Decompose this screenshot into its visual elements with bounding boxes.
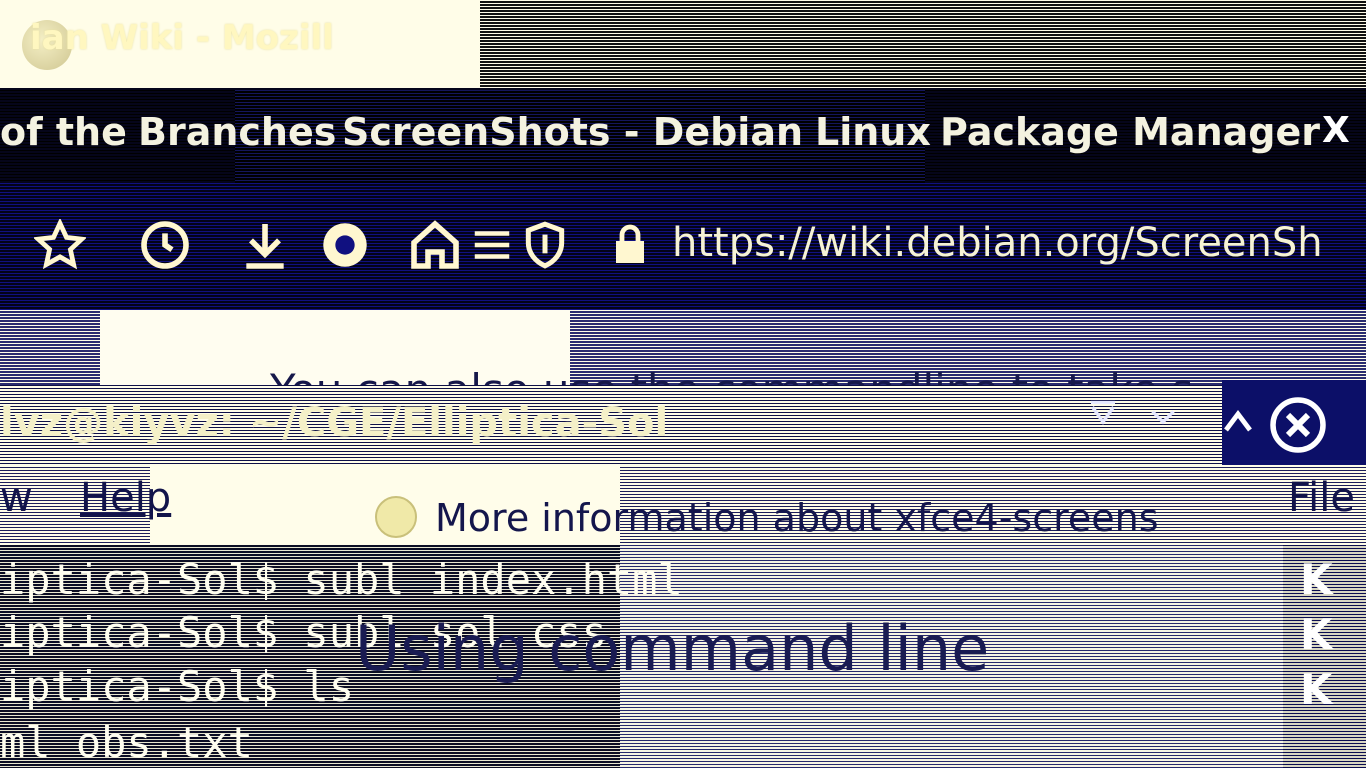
tab-close-button[interactable]: X bbox=[1322, 110, 1350, 151]
tab-label-left[interactable]: of the bbox=[0, 110, 127, 154]
tab-label-branches[interactable]: Branches bbox=[138, 110, 336, 154]
menu-view[interactable]: w bbox=[0, 475, 33, 521]
close-icon[interactable] bbox=[1268, 395, 1328, 459]
download-icon[interactable] bbox=[235, 215, 295, 275]
url-bar-text[interactable]: https://wiki.debian.org/ScreenSh bbox=[672, 220, 1323, 266]
maximize-icon[interactable] bbox=[1222, 398, 1270, 442]
minimize-icon[interactable] bbox=[1085, 398, 1121, 444]
tab-label-screenshots[interactable]: ScreenShots - Debian bbox=[342, 110, 803, 154]
terminal-line: iptica-Sol$ ls bbox=[0, 662, 355, 711]
side-letter: K bbox=[1300, 665, 1333, 714]
tab-label-package-manager[interactable]: Package Manager bbox=[940, 110, 1320, 154]
menu-file[interactable]: File bbox=[1288, 475, 1355, 521]
info-icon bbox=[375, 496, 417, 538]
terminal-line: iptica-Sol$ subl index.html bbox=[0, 555, 683, 604]
history-icon[interactable] bbox=[135, 215, 195, 275]
tab-label-linux[interactable]: Linux bbox=[815, 110, 931, 154]
window-title: ian Wiki - Mozill bbox=[30, 18, 334, 58]
side-letter: K bbox=[1300, 610, 1333, 659]
page-heading: Using command line bbox=[355, 612, 990, 685]
menu-icon[interactable] bbox=[462, 215, 522, 275]
shield-icon[interactable] bbox=[515, 215, 575, 275]
terminal-title: lvz@kiyvz: ~/CGE/Elliptica-Sol bbox=[0, 400, 669, 446]
chevron-down-icon[interactable] bbox=[1145, 398, 1181, 444]
lock-icon bbox=[600, 215, 660, 275]
home-icon[interactable] bbox=[405, 215, 465, 275]
notification-text[interactable]: More information about xfce4-screens bbox=[435, 496, 1159, 540]
menu-help[interactable]: Help bbox=[80, 475, 171, 521]
star-icon[interactable] bbox=[30, 215, 90, 275]
sync-icon[interactable] bbox=[315, 215, 375, 275]
terminal-line: ml obs.txt bbox=[0, 718, 253, 767]
side-letter: K bbox=[1300, 555, 1333, 604]
